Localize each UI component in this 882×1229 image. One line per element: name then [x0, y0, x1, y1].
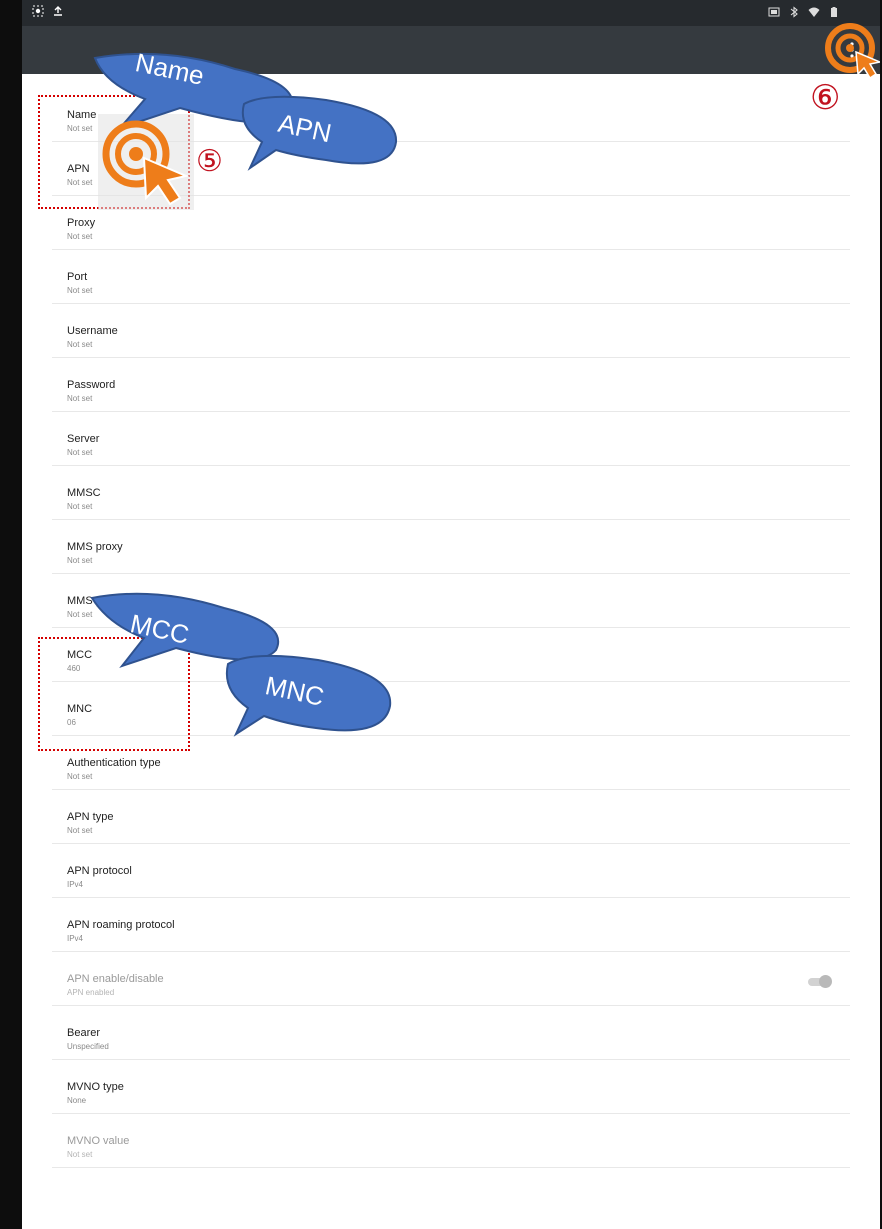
wifi-icon [808, 7, 820, 17]
step-6-marker: ⑥ [810, 78, 841, 118]
setting-mvno-type[interactable]: MVNO type None [52, 1060, 850, 1114]
setting-value: Not set [67, 340, 93, 349]
setting-title: MVNO value [67, 1135, 130, 1147]
setting-mvno-value[interactable]: MVNO value Not set [52, 1114, 850, 1168]
step-5-marker: ⑤ [196, 144, 223, 179]
battery-icon [831, 7, 837, 17]
setting-port[interactable]: Port Not set [52, 250, 850, 304]
setting-username[interactable]: Username Not set [52, 304, 850, 358]
setting-title: MMS proxy [67, 541, 123, 553]
setting-apn-type[interactable]: APN type Not set [52, 790, 850, 844]
setting-title: Password [67, 379, 116, 391]
setting-title: APN type [67, 811, 114, 823]
tap-target-icon [102, 120, 190, 206]
setting-value: None [67, 1096, 87, 1105]
setting-title: MVNO type [67, 1081, 124, 1093]
download-icon [54, 6, 62, 16]
tap-target-icon [825, 23, 880, 80]
setting-value: Not set [67, 1150, 93, 1159]
setting-value: IPv4 [67, 880, 84, 889]
setting-title: Authentication type [67, 757, 161, 769]
setting-value: APN enabled [67, 988, 115, 997]
setting-server[interactable]: Server Not set [52, 412, 850, 466]
setting-title: Port [67, 271, 88, 283]
setting-value: Not set [67, 286, 93, 295]
setting-title: APN protocol [67, 865, 132, 877]
setting-apn-enable-disable[interactable]: APN enable/disable APN enabled [52, 952, 850, 1006]
apn-editor-screen: Name Not set APN Not set Proxy Not set P… [22, 0, 880, 1229]
bluetooth-icon [790, 6, 798, 18]
setting-password[interactable]: Password Not set [52, 358, 850, 412]
setting-title: MMSC [67, 487, 101, 499]
setting-mmsc[interactable]: MMSC Not set [52, 466, 850, 520]
apn-enable-toggle[interactable] [808, 975, 832, 988]
setting-value: Not set [67, 448, 93, 457]
screen-record-icon [32, 5, 44, 17]
setting-value: Unspecified [67, 1042, 109, 1051]
status-bar [22, 0, 880, 26]
cast-icon [768, 7, 780, 17]
setting-apn-protocol[interactable]: APN protocol IPv4 [52, 844, 850, 898]
setting-title: Server [67, 433, 100, 445]
setting-value: Not set [67, 232, 93, 241]
setting-bearer[interactable]: Bearer Unspecified [52, 1006, 850, 1060]
setting-value: Not set [67, 772, 93, 781]
setting-value: IPv4 [67, 934, 84, 943]
setting-title: APN roaming protocol [67, 919, 175, 931]
setting-value: Not set [67, 394, 93, 403]
setting-mms-proxy[interactable]: MMS proxy Not set [52, 520, 850, 574]
setting-value: Not set [67, 826, 93, 835]
setting-title: APN enable/disable [67, 973, 164, 985]
setting-apn-roaming-protocol[interactable]: APN roaming protocol IPv4 [52, 898, 850, 952]
setting-title: Proxy [67, 217, 96, 229]
setting-value: Not set [67, 502, 93, 511]
setting-title: Username [67, 325, 118, 337]
setting-title: Bearer [67, 1027, 101, 1039]
setting-value: Not set [67, 556, 93, 565]
toggle-thumb [819, 975, 832, 988]
